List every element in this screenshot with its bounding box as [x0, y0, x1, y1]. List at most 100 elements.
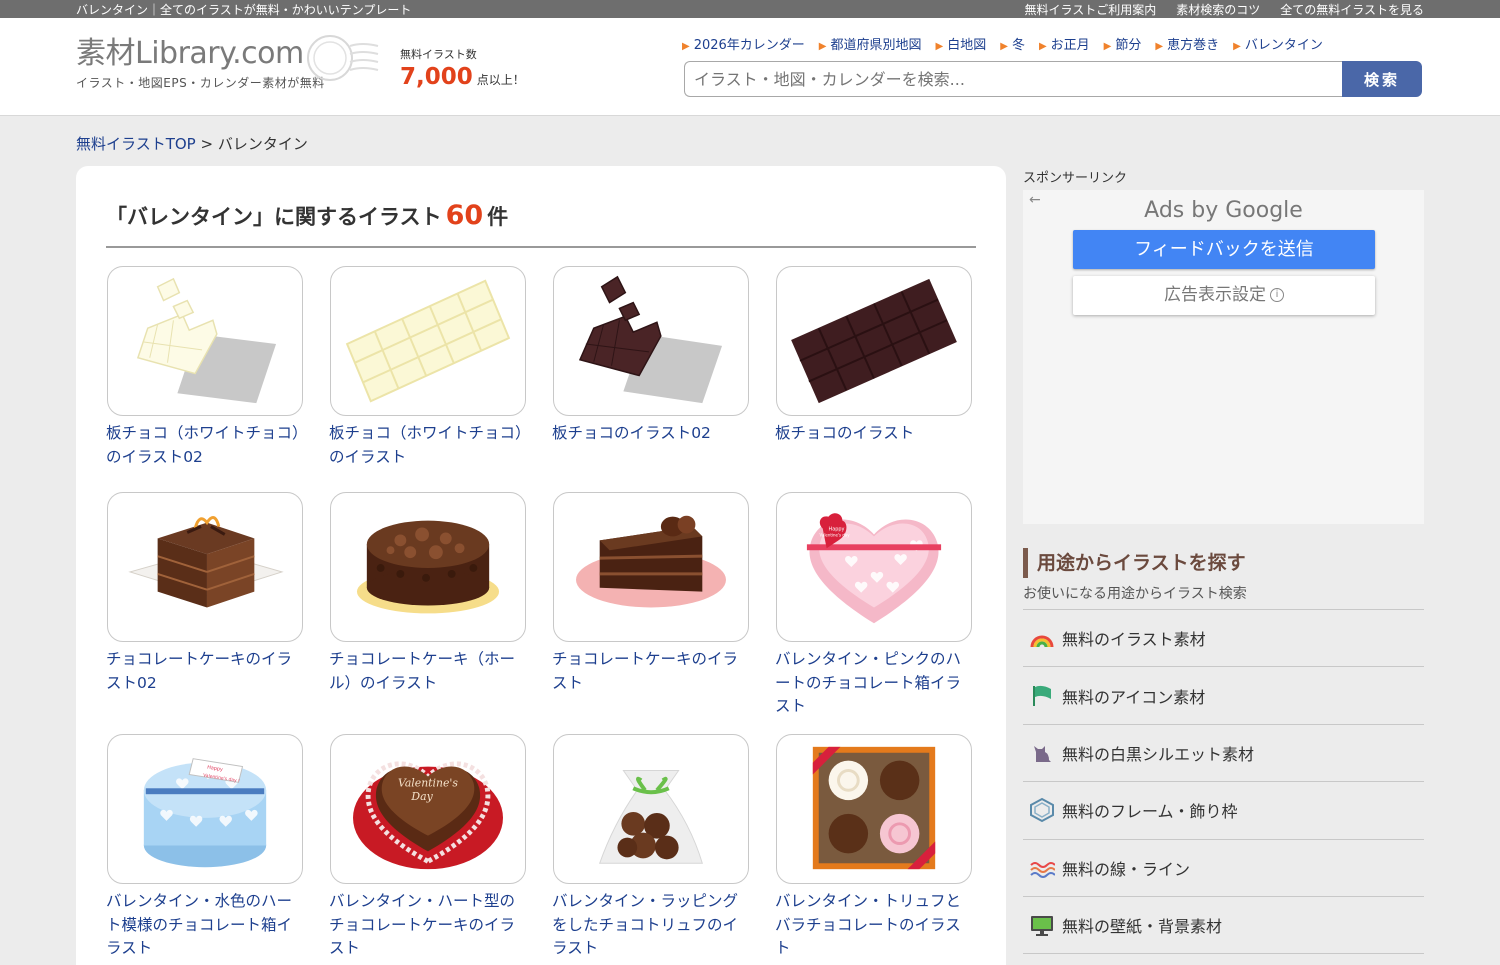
nav-link-new-year[interactable]: ▶ お正月: [1039, 34, 1090, 53]
logo-subtitle: イラスト・地図EPS・カレンダー素材が無料: [76, 76, 325, 90]
triangle-right-icon: ▶: [818, 41, 827, 52]
illustration-caption[interactable]: バレンタイン・ラッピングをしたチョコトリュフのイラスト: [552, 890, 752, 961]
frame-icon: [1029, 797, 1055, 823]
illustration-card[interactable]: 板チョコ（ホワイトチョコ）のイラスト02: [106, 266, 306, 469]
site-logo[interactable]: 素材Library.com イラスト・地図EPS・カレンダー素材が無料: [76, 36, 325, 91]
illustration-caption[interactable]: 板チョコのイラスト: [775, 422, 975, 446]
pink-box-text-valentine: Valentine's day: [820, 532, 851, 537]
illustration-caption[interactable]: 板チョコのイラスト02: [552, 422, 752, 446]
sidebar-item-icons[interactable]: 無料のアイコン素材: [1023, 667, 1424, 725]
illustration-caption[interactable]: バレンタイン・トリュフとバラチョコレートのイラスト: [775, 890, 975, 961]
sidebar-item-label: 無料の白黒シルエット素材: [1062, 744, 1255, 764]
illustration-caption[interactable]: チョコレートケーキのイラスト02: [106, 648, 306, 695]
illustration-card[interactable]: チョコレートケーキのイラスト: [552, 492, 752, 695]
illustration-card[interactable]: 板チョコのイラスト: [775, 266, 975, 446]
ad-settings-label: 広告表示設定: [1164, 285, 1266, 305]
sidebar-item-silhouettes[interactable]: 無料の白黒シルエット素材: [1023, 725, 1424, 783]
search-button[interactable]: 検索: [1342, 61, 1422, 97]
search-input[interactable]: [684, 61, 1342, 97]
site-tagline: バレンタイン｜全てのイラストが無料・かわいいテンプレート: [76, 3, 412, 17]
white-choco-bar-icon: [345, 279, 511, 403]
breadcrumb-separator: >: [200, 135, 214, 153]
header-nav: ▶ 2026年カレンダー ▶ 都道府県別地図 ▶ 白地図 ▶ 冬 ▶ お正月 ▶ 節分 ▶ 恵…: [682, 34, 1323, 53]
site-header: 素材Library.com イラスト・地図EPS・カレンダー素材が無料 無料イラ…: [0, 18, 1500, 116]
thumbnail[interactable]: [553, 734, 749, 884]
sidebar-item-wallpapers[interactable]: 無料の壁紙・背景素材: [1023, 897, 1424, 955]
sidebar-item-lines[interactable]: 無料の線・ライン: [1023, 840, 1424, 897]
illustration-card[interactable]: 板チョコ（ホワイトチョコ）のイラスト: [329, 266, 529, 469]
count-value: 7,000: [400, 64, 473, 90]
illustration-card[interactable]: バレンタイン・トリュフとバラチョコレートのイラスト: [775, 734, 975, 961]
nav-link-calendar[interactable]: ▶ 2026年カレンダー: [682, 34, 805, 53]
truffle-box-icon: [812, 746, 936, 870]
breadcrumb-top-link[interactable]: 無料イラストTOP: [76, 135, 196, 153]
illustration-card[interactable]: Happy Valentine's day ! バレンタイン・水色のハート模様の…: [106, 734, 306, 961]
wrapped-truffle-icon: [598, 770, 703, 864]
illustration-caption[interactable]: バレンタイン・ピンクのハートのチョコレート箱イラスト: [775, 648, 975, 719]
triangle-right-icon: ▶: [1233, 41, 1241, 52]
choco-broken-icon: [578, 275, 723, 404]
page-title: 「バレンタイン」に関するイラスト 60 件: [106, 200, 976, 248]
triangle-right-icon: ▶: [1155, 41, 1164, 52]
triangle-right-icon: ▶: [935, 41, 944, 52]
nav-link-setsubun[interactable]: ▶ 節分: [1104, 34, 1142, 53]
thumbnail[interactable]: [330, 492, 526, 642]
choco-cake-slice-icon: [576, 515, 726, 608]
flag-icon: [1029, 683, 1055, 709]
illustration-caption[interactable]: 板チョコ（ホワイトチョコ）のイラスト02: [106, 422, 306, 469]
illustration-card[interactable]: チョコレートケーキのイラスト02: [106, 492, 306, 695]
top-link-guide[interactable]: 無料イラストご利用案内: [1024, 1, 1156, 18]
triangle-right-icon: ▶: [1000, 41, 1008, 52]
top-link-all-illustrations[interactable]: 全ての無料イラストを見る: [1280, 1, 1424, 18]
nav-link-ehomaki[interactable]: ▶ 恵方巻き: [1155, 34, 1219, 53]
heart-cake-icon: Valentine's Day: [353, 761, 503, 870]
thumbnail[interactable]: Happy Valentine's day: [776, 492, 972, 642]
thumbnail[interactable]: [107, 266, 303, 416]
sponsor-label: スポンサーリンク: [1023, 171, 1128, 186]
illustration-card[interactable]: チョコレートケーキ（ホール）のイラスト: [329, 492, 529, 695]
heading-text: 「バレンタイン」に関するイラスト: [106, 205, 442, 229]
sidebar-item-label: 無料のイラスト素材: [1062, 630, 1206, 650]
thumbnail[interactable]: [107, 492, 303, 642]
illustration-card[interactable]: バレンタイン・ラッピングをしたチョコトリュフのイラスト: [552, 734, 752, 961]
count-label: 無料イラスト数: [400, 48, 477, 61]
nav-link-winter[interactable]: ▶ 冬: [1000, 34, 1025, 53]
nav-link-prefecture-map[interactable]: ▶ 都道府県別地図: [819, 34, 922, 53]
choco-bar-icon: [791, 278, 957, 404]
sidebar-item-frames[interactable]: 無料のフレーム・飾り枠: [1023, 782, 1424, 840]
sidebar-item-illustrations[interactable]: 無料のイラスト素材: [1023, 610, 1424, 668]
thumbnail[interactable]: Happy Valentine's day !: [107, 734, 303, 884]
thumbnail[interactable]: [330, 266, 526, 416]
count-suffix: 点以上！: [476, 73, 525, 87]
thumbnail[interactable]: Valentine's Day: [330, 734, 526, 884]
wave-line-icon: [1029, 855, 1055, 881]
blue-heart-box-icon: Happy Valentine's day !: [143, 758, 267, 868]
thumbnail[interactable]: [553, 266, 749, 416]
illustration-caption[interactable]: チョコレートケーキのイラスト: [552, 648, 752, 695]
ad-feedback-button[interactable]: フィードバックを送信: [1073, 230, 1375, 269]
main-content: 「バレンタイン」に関するイラスト 60 件 板チョコ（ホワイトチョコ）のイラスト02: [76, 166, 1006, 965]
top-links: 無料イラストご利用案内 素材検索のコツ 全ての無料イラストを見る: [1024, 1, 1424, 18]
illustration-caption[interactable]: チョコレートケーキ（ホール）のイラスト: [329, 648, 529, 695]
ad-settings-button[interactable]: 広告表示設定 i: [1073, 276, 1375, 315]
choco-cake-square-icon: [128, 516, 284, 608]
illustration-card[interactable]: Happy Valentine's day バレンタイン・ピンクのハートのチョコ…: [775, 492, 975, 719]
thumbnail[interactable]: [553, 492, 749, 642]
breadcrumb-current: バレンタイン: [217, 135, 308, 153]
illustration-caption[interactable]: バレンタイン・水色のハート模様のチョコレート箱イラスト: [106, 890, 306, 961]
illustration-card[interactable]: 板チョコのイラスト02: [552, 266, 752, 446]
thumbnail[interactable]: [776, 734, 972, 884]
illustration-caption[interactable]: バレンタイン・ハート型のチョコレートケーキのイラスト: [329, 890, 529, 961]
cat-silhouette-icon: [1029, 740, 1055, 766]
info-icon: i: [1270, 288, 1284, 302]
ad-title: Ads by Google: [1144, 198, 1303, 223]
rainbow-icon: [1029, 625, 1055, 651]
postmark-stamp-icon: [307, 35, 379, 81]
illustration-caption[interactable]: 板チョコ（ホワイトチョコ）のイラスト: [329, 422, 529, 469]
thumbnail[interactable]: [776, 266, 972, 416]
illustration-card[interactable]: Valentine's Day バレンタイン・ハート型のチョコレートケーキのイラ…: [329, 734, 529, 961]
nav-link-valentine[interactable]: ▶ バレンタイン: [1233, 34, 1323, 53]
nav-link-blank-map[interactable]: ▶ 白地図: [936, 34, 987, 53]
top-link-search-tips[interactable]: 素材検索のコツ: [1176, 1, 1260, 18]
breadcrumb: 無料イラストTOP > バレンタイン: [76, 133, 308, 154]
